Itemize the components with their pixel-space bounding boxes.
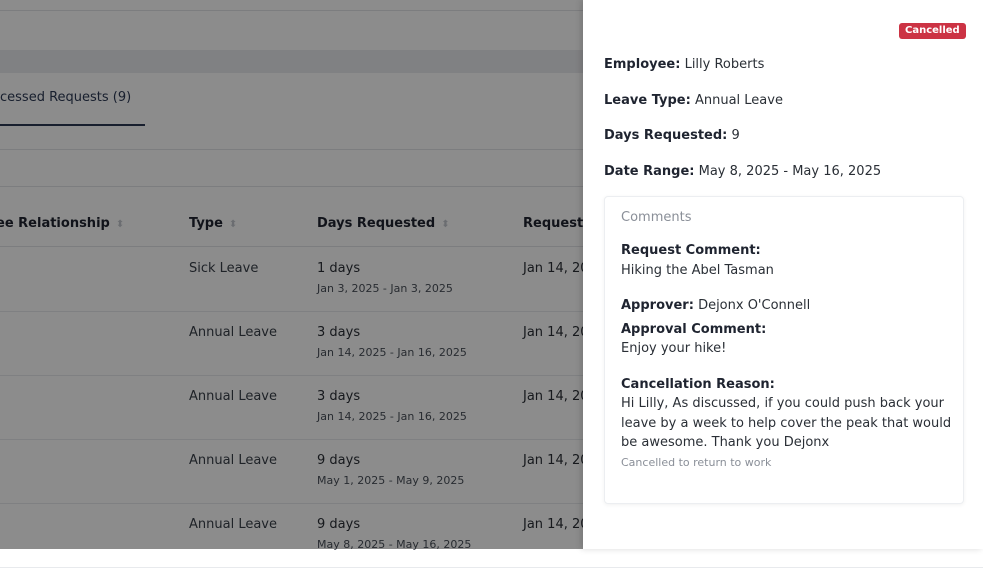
request-comment: Hiking the Abel Tasman [621,263,774,278]
status-badge: Cancelled [899,23,966,39]
date-range-field: Date Range: May 8, 2025 - May 16, 2025 [604,164,882,179]
cancellation-reason-label: Cancellation Reason: [621,377,775,392]
approval-comment-label: Approval Comment: [621,322,767,337]
employee-field: Employee: Lilly Roberts [604,57,765,72]
leave-type-field: Leave Type: Annual Leave [604,93,783,108]
request-comment-label: Request Comment: [621,243,761,258]
approver-field: Approver: Dejonx O'Connell [621,298,811,313]
approval-comment: Enjoy your hike! [621,341,727,356]
days-requested-field: Days Requested: 9 [604,128,740,143]
leave-request-drawer: Cancelled Employee: Lilly Roberts Leave … [583,0,983,549]
cancellation-note: Cancelled to return to work [621,456,772,469]
cancellation-reason: Hi Lilly, As discussed, if you could pus… [621,396,952,450]
comments-card: Comments Request Comment: Hiking the Abe… [604,196,964,504]
comments-title: Comments [621,210,692,225]
